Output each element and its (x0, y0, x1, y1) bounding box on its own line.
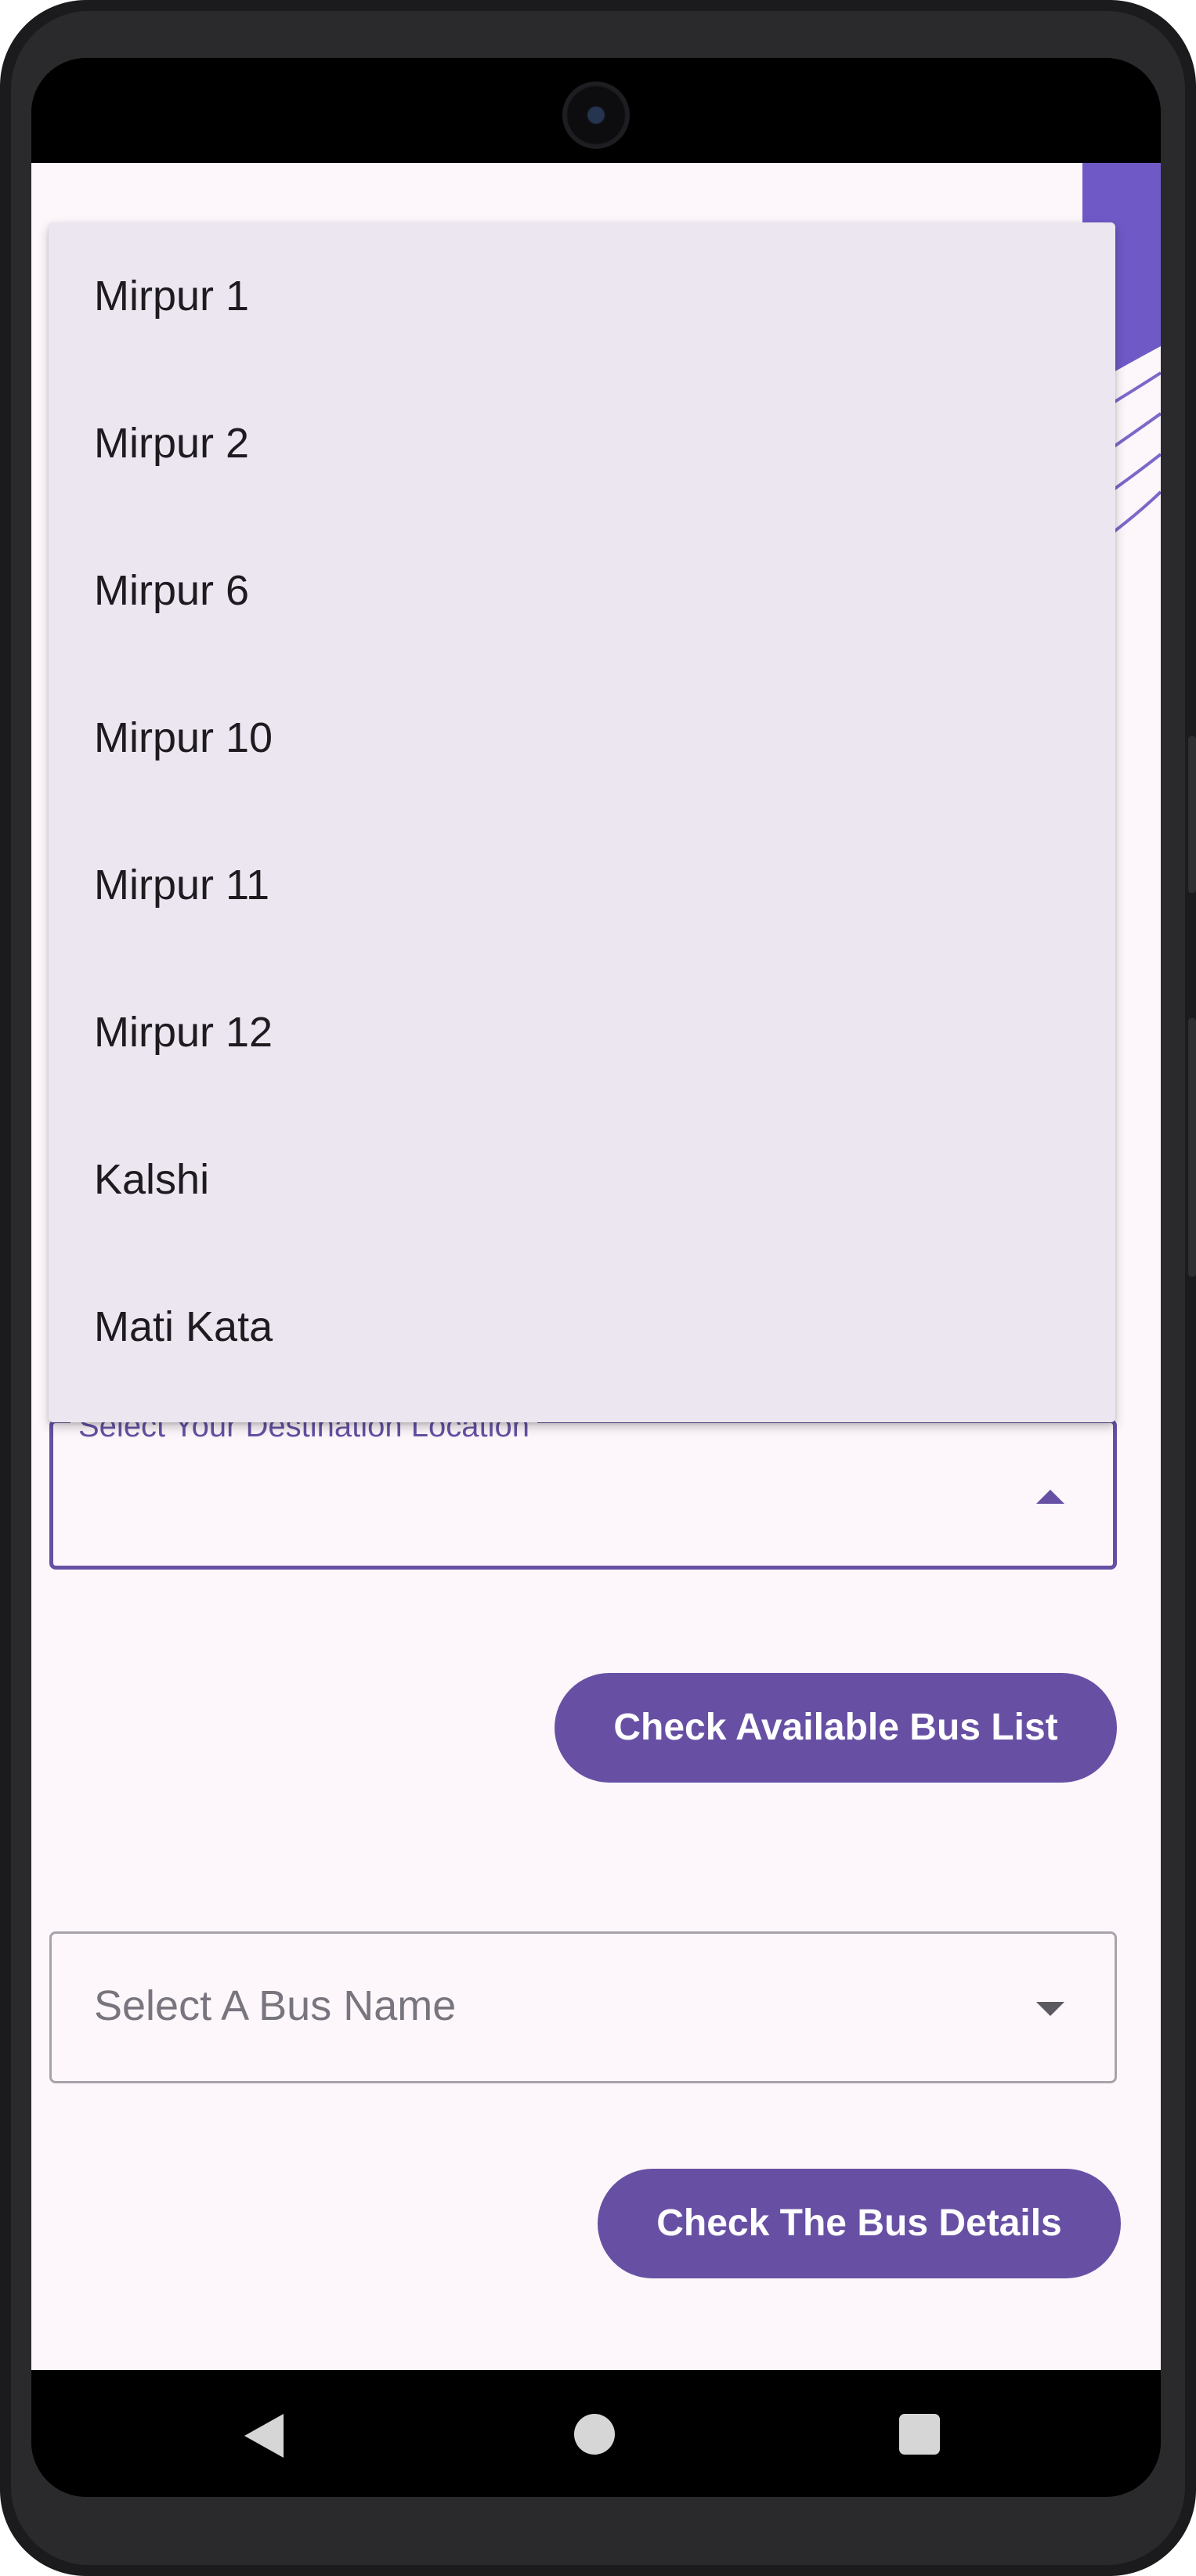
menu-item-mati-kata[interactable]: Mati Kata (49, 1253, 1115, 1400)
bus-name-placeholder: Select A Bus Name (94, 1982, 457, 2029)
app-content: Select Your Destination Location Check A… (31, 163, 1161, 2370)
menu-item-kalshi[interactable]: Kalshi (49, 1106, 1115, 1253)
menu-item-mirpur-2[interactable]: Mirpur 2 (49, 370, 1115, 517)
menu-item-mirpur-12[interactable]: Mirpur 12 (49, 959, 1115, 1106)
navigation-bar (31, 2370, 1161, 2497)
power-button (1188, 736, 1196, 893)
arrow-drop-down-icon[interactable] (1036, 2002, 1064, 2016)
menu-item-mirpur-6[interactable]: Mirpur 6 (49, 517, 1115, 664)
volume-button (1188, 1018, 1196, 1277)
destination-dropdown-menu: Mirpur 1 Mirpur 2 Mirpur 6 Mirpur 10 Mir… (49, 222, 1115, 1422)
menu-item-mirpur-10[interactable]: Mirpur 10 (49, 664, 1115, 811)
check-bus-details-button[interactable]: Check The Bus Details (598, 2169, 1121, 2278)
phone-screen: Select Your Destination Location Check A… (31, 58, 1161, 2497)
back-triangle-icon[interactable] (244, 2414, 284, 2458)
front-camera (562, 81, 630, 149)
status-bar (31, 58, 1161, 163)
arrow-drop-up-icon[interactable] (1036, 1490, 1064, 1504)
home-circle-icon[interactable] (574, 2414, 615, 2455)
menu-item-mirpur-1[interactable]: Mirpur 1 (49, 222, 1115, 370)
check-available-bus-list-button[interactable]: Check Available Bus List (555, 1673, 1117, 1783)
menu-item-mirpur-11[interactable]: Mirpur 11 (49, 811, 1115, 959)
recents-square-icon[interactable] (899, 2414, 940, 2455)
